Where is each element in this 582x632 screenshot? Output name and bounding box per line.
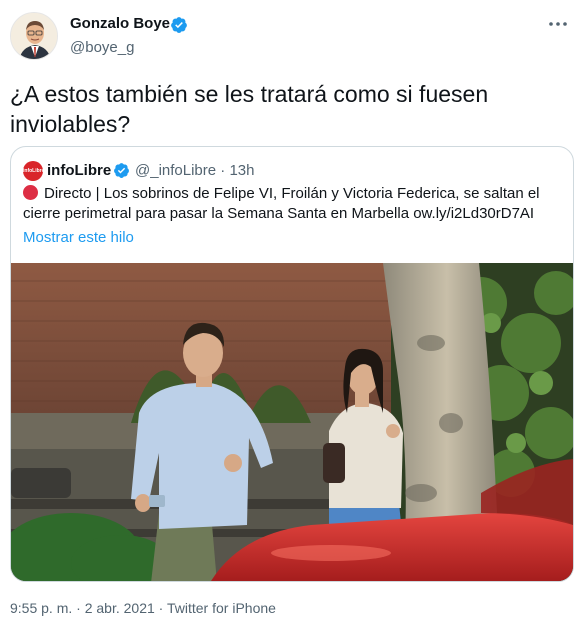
quoted-tweet[interactable]: infoLibre infoLibre @_infoLibre · 13h Di… bbox=[10, 146, 574, 582]
quoted-avatar-label: infoLibre bbox=[23, 168, 43, 174]
verified-badge-icon bbox=[171, 17, 187, 33]
avatar[interactable] bbox=[10, 12, 58, 60]
author-display-name[interactable]: Gonzalo Boye bbox=[70, 15, 170, 32]
quoted-photo[interactable] bbox=[11, 263, 573, 581]
quoted-time[interactable]: 13h bbox=[229, 162, 254, 179]
show-thread-link[interactable]: Mostrar este hilo bbox=[23, 229, 134, 246]
street-photo-image bbox=[11, 263, 573, 581]
tweet-date[interactable]: 2 abr. 2021 bbox=[85, 600, 155, 616]
tweet-meta: 9:55 p. m. · 2 abr. 2021 · Twitter for i… bbox=[10, 600, 276, 616]
quoted-separator: · bbox=[220, 162, 226, 179]
author-handle[interactable]: @boye_g bbox=[70, 39, 134, 56]
quoted-handle[interactable]: @_infoLibre bbox=[135, 162, 216, 179]
quoted-display-name[interactable]: infoLibre bbox=[47, 162, 111, 179]
quoted-verified-badge-icon bbox=[114, 163, 129, 178]
avatar-illustration-icon bbox=[11, 13, 57, 59]
quoted-avatar[interactable]: infoLibre bbox=[23, 161, 43, 181]
tweet-source[interactable]: Twitter for iPhone bbox=[167, 600, 276, 616]
meta-separator: · bbox=[76, 600, 81, 616]
meta-separator: · bbox=[158, 600, 164, 616]
quoted-text-block: Directo | Los sobrinos de Felipe VI, Fro… bbox=[23, 184, 563, 224]
tweet: Gonzalo Boye @boye_g ¿A estos también se… bbox=[0, 0, 582, 632]
quoted-text: Directo | Los sobrinos de Felipe VI, Fro… bbox=[23, 185, 540, 222]
red-circle-icon bbox=[23, 185, 38, 200]
tweet-text: ¿A estos también se les tratará como si … bbox=[10, 81, 489, 137]
quoted-handle-time: @_infoLibre · 13h bbox=[135, 162, 254, 179]
tweet-time[interactable]: 9:55 p. m. bbox=[10, 600, 72, 616]
more-options-icon[interactable] bbox=[546, 14, 570, 34]
